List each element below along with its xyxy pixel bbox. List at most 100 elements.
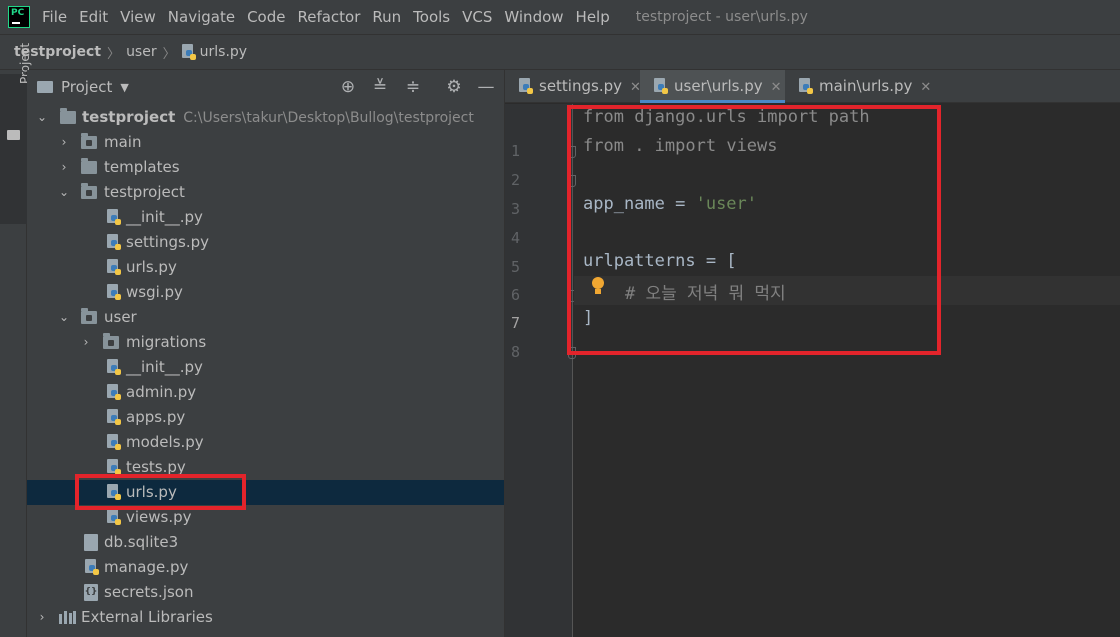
tree-item-admin-py[interactable]: admin.py (27, 380, 504, 405)
tree-item-init-py[interactable]: __init__.py (27, 355, 504, 380)
tree-item-db-sqlite3[interactable]: db.sqlite3 (27, 530, 504, 555)
tree-item-label: apps.py (126, 408, 186, 426)
python-file-icon (107, 409, 121, 425)
database-file-icon (84, 534, 98, 551)
tree-item-label: secrets.json (104, 583, 194, 601)
tree-item-models-py[interactable]: models.py (27, 430, 504, 455)
tree-item-label: db.sqlite3 (104, 533, 179, 551)
chevron-right-icon[interactable]: › (80, 330, 92, 355)
python-file-icon (519, 78, 533, 94)
tab-label: main\urls.py (819, 77, 913, 95)
package-folder-icon (81, 133, 97, 149)
collapse-all-icon[interactable]: ≑ (403, 77, 423, 97)
library-icon (59, 611, 76, 624)
red-highlight-box-file (75, 474, 246, 510)
chevron-down-icon[interactable]: ▼ (120, 81, 128, 94)
window-title: testproject - user\urls.py (635, 9, 808, 25)
tree-item-manage-py[interactable]: manage.py (27, 555, 504, 580)
tree-item-label: manage.py (104, 558, 189, 576)
project-tool-tab[interactable]: Project (0, 43, 32, 224)
python-file-icon (107, 509, 121, 525)
locate-file-icon[interactable]: ⊕ (338, 77, 358, 97)
tree-item-settings-py[interactable]: settings.py (27, 230, 504, 255)
package-folder-icon (81, 183, 97, 199)
menu-refactor[interactable]: Refactor (297, 8, 360, 26)
tree-item-main[interactable]: › main (27, 130, 504, 155)
python-file-icon (181, 44, 200, 60)
tree-item-label: testproject (82, 108, 176, 126)
gear-icon[interactable]: ⚙ (444, 77, 464, 97)
tree-item-label: models.py (126, 433, 204, 451)
expand-all-icon[interactable]: ≚ (370, 77, 390, 97)
line-number: 5 (511, 258, 521, 276)
tree-item-label: urls.py (126, 258, 177, 276)
python-file-icon (107, 384, 121, 400)
tree-item-external-libraries[interactable]: › External Libraries (27, 605, 504, 630)
project-panel-title[interactable]: Project (61, 78, 112, 96)
breadcrumb-file[interactable]: urls.py (200, 44, 247, 60)
chevron-right-icon: 〉 (107, 46, 121, 62)
json-file-icon: {} (84, 584, 98, 601)
breadcrumb-folder[interactable]: user (126, 44, 157, 60)
menu-code[interactable]: Code (247, 8, 285, 26)
chevron-right-icon[interactable]: › (36, 605, 48, 630)
tree-item-apps-py[interactable]: apps.py (27, 405, 504, 430)
folder-icon (7, 130, 20, 140)
line-number: 7 (511, 314, 521, 332)
tree-item-testproject[interactable]: ⌄ testproject (27, 180, 504, 205)
python-file-icon (654, 78, 668, 94)
menu-navigate[interactable]: Navigate (168, 8, 235, 26)
chevron-right-icon[interactable]: › (58, 155, 70, 180)
chevron-down-icon[interactable]: ⌄ (36, 105, 48, 130)
menu-vcs[interactable]: VCS (462, 8, 492, 26)
tab-user-urls-py[interactable]: user\urls.py ✕ (640, 70, 785, 103)
package-folder-icon (81, 308, 97, 324)
python-file-icon (107, 209, 121, 225)
line-number: 4 (511, 229, 521, 247)
tab-settings-py[interactable]: settings.py ✕ (505, 70, 641, 103)
menu-window[interactable]: Window (504, 8, 563, 26)
tree-item-wsgi-py[interactable]: wsgi.py (27, 280, 504, 305)
menu-tools[interactable]: Tools (413, 8, 450, 26)
tree-item-label: admin.py (126, 383, 197, 401)
menu-view[interactable]: View (120, 8, 156, 26)
menu-run[interactable]: Run (372, 8, 401, 26)
line-number: 3 (511, 200, 521, 218)
tab-main-urls-py[interactable]: main\urls.py ✕ (785, 70, 935, 103)
menu-file[interactable]: File (42, 8, 67, 26)
line-number: 8 (511, 343, 521, 361)
tree-item-user[interactable]: ⌄ user (27, 305, 504, 330)
chevron-down-icon[interactable]: ⌄ (58, 305, 70, 330)
tree-item-secrets-json[interactable]: {} secrets.json (27, 580, 504, 605)
menu-edit[interactable]: Edit (79, 8, 108, 26)
tree-item-init-py[interactable]: __init__.py (27, 205, 504, 230)
python-file-icon (107, 284, 121, 300)
menu-help[interactable]: Help (576, 8, 610, 26)
project-path: C:\Users\takur\Desktop\Bullog\testprojec… (183, 110, 474, 126)
python-file-icon (107, 434, 121, 450)
line-number: 6 (511, 286, 521, 304)
line-number: 2 (511, 171, 521, 189)
hide-panel-icon[interactable]: — (476, 77, 496, 97)
chevron-right-icon[interactable]: › (58, 130, 70, 155)
package-folder-icon (103, 333, 119, 349)
python-file-icon (107, 234, 121, 250)
tree-item-label: templates (104, 158, 180, 176)
python-file-icon (107, 259, 121, 275)
tree-item-templates[interactable]: › templates (27, 155, 504, 180)
close-icon[interactable]: ✕ (920, 80, 931, 95)
line-number: 1 (511, 142, 521, 160)
python-file-icon (107, 459, 121, 475)
tree-item-testproject-root[interactable]: ⌄ testproject C:\Users\takur\Desktop\Bull… (27, 105, 504, 130)
red-highlight-box-code (567, 105, 941, 355)
close-icon[interactable]: ✕ (771, 80, 782, 95)
project-tree: ⌄ testproject C:\Users\takur\Desktop\Bull… (27, 105, 504, 630)
tree-item-urls-py[interactable]: urls.py (27, 255, 504, 280)
tree-item-label: main (104, 133, 142, 151)
tree-item-label: External Libraries (81, 608, 213, 626)
tree-item-label: testproject (104, 183, 185, 201)
tree-item-label: migrations (126, 333, 207, 351)
python-file-icon (799, 78, 813, 94)
chevron-down-icon[interactable]: ⌄ (58, 180, 70, 205)
tree-item-migrations[interactable]: › migrations (27, 330, 504, 355)
